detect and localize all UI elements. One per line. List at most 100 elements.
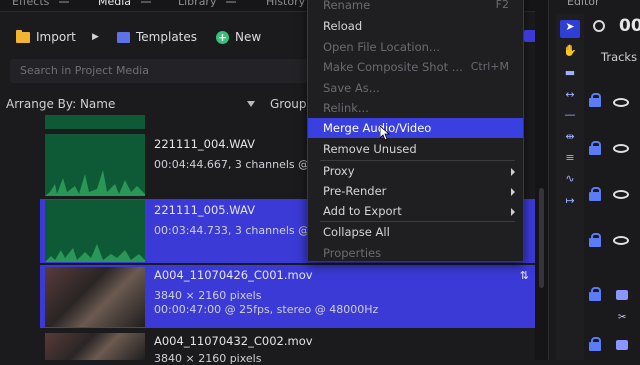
import-label: Import [36,30,76,44]
folder-icon [16,29,30,43]
menu-item-save-as[interactable]: Save As... [308,78,523,98]
menu-label: Reload [323,19,363,33]
group-dropdown[interactable]: Group [270,97,307,111]
menu-item-relink[interactable]: Relink... [308,98,523,118]
menu-item-reload[interactable]: Reload [308,16,523,36]
group-label: Group [270,97,307,111]
visibility-eye-icon[interactable] [613,190,629,199]
visibility-eye-icon[interactable] [613,236,629,245]
menu-item-collapse-all[interactable]: Collapse All [308,222,523,242]
templates-label: Templates [136,30,198,44]
templates-icon [117,31,130,43]
search-input[interactable]: Search in Project Media [10,59,310,83]
lock-icon[interactable] [589,233,601,247]
tab-history[interactable]: History [266,0,305,8]
templates-button[interactable]: Templates [117,28,197,46]
menu-item-merge-audio-video[interactable]: Merge Audio/Video [308,118,523,138]
tab-menu-icon[interactable] [59,1,70,3]
menu-label: Pre-Render [323,184,387,198]
media-meta: 00:00:47:00 @ 25fps, stereo @ 48000Hz [154,303,379,316]
clock-icon[interactable] [593,20,605,32]
menu-item-rename[interactable]: Rename F2 [308,0,523,15]
lock-icon[interactable] [589,287,601,301]
pointer-tool-icon[interactable]: ➤ [560,20,580,38]
tab-menu-icon[interactable] [226,1,237,3]
menu-item-open-file-location[interactable]: Open File Location... [308,37,523,57]
slide-tool-icon[interactable]: ≡ [560,151,580,169]
curve-tool-icon[interactable]: ∿ [560,172,580,190]
menu-label: Save As... [323,81,380,95]
media-resolution: 3840 × 2160 pixels [154,352,262,365]
trim-tool-icon[interactable]: ↔ [560,88,580,106]
media-meta: 00:03:44.733, 3 channels @ 4 [154,224,320,237]
menu-label: Merge Audio/Video [323,121,432,135]
lock-icon[interactable] [589,141,601,155]
menu-label: Collapse All [323,225,390,239]
tab-menu-icon[interactable] [141,1,152,3]
timecode-readout: 00 [619,16,640,36]
lock-icon[interactable] [589,187,601,201]
tab-library-label: Library [178,0,217,8]
tab-editor[interactable]: Editor [567,0,600,8]
media-resolution: 3840 × 2160 pixels [154,289,262,302]
menu-item-proxy[interactable]: Proxy [308,161,523,181]
list-item[interactable]: A004_11070426_C001.mov 3840 × 2160 pixel… [40,265,535,328]
lock-icon[interactable] [589,93,601,107]
menu-item-properties[interactable]: Properties [308,243,523,263]
tab-library[interactable]: Library [178,0,237,8]
list-item[interactable]: A004_11070432_C002.mov 3840 × 2160 pixel… [40,330,535,365]
ripple-tool-icon[interactable]: ⇹ [560,130,580,148]
scissors-icon[interactable]: ✂ [618,312,626,323]
rate-tool-icon[interactable]: ↦ [560,194,580,212]
tab-effects-label: Effects [12,0,50,8]
tab-effects[interactable]: Effects [12,0,70,8]
import-expand-icon[interactable]: ▶ [92,28,99,46]
marker-tool-icon[interactable]: ▬ [560,66,580,84]
tracks-label: Tracks [601,50,638,64]
waveform-thumbnail [45,134,145,196]
menu-label: Remove Unused [323,142,417,156]
context-menu: Rename F2 Reload Open File Location... Ma… [307,0,524,262]
menu-shortcut: Ctrl+M [470,60,509,73]
waveform-thumbnail [45,115,145,129]
media-name: A004_11070426_C001.mov [154,268,313,282]
arrange-label: Arrange By: Name [6,97,116,111]
search-placeholder: Search in Project Media [20,64,149,77]
speaker-icon[interactable] [616,290,628,300]
hand-tool-icon[interactable]: ✋ [560,44,580,62]
arrange-by-dropdown[interactable]: Arrange By: Name [6,97,115,111]
adjust-icon[interactable]: ⇅ [520,269,529,282]
media-name: 221111_005.WAV [154,203,255,217]
menu-label: Rename [323,0,371,12]
tab-media-label: Media [98,0,132,8]
scrollbar[interactable] [535,0,549,360]
submenu-arrow-icon [511,188,515,196]
menu-item-make-composite-shot[interactable]: Make Composite Shot ... Ctrl+M [308,57,523,77]
menu-label: Open File Location... [323,40,440,54]
tab-media[interactable]: Media [98,0,152,8]
chevron-down-icon[interactable] [247,101,255,107]
media-name: 221111_004.WAV [154,137,255,151]
speaker-icon[interactable] [616,340,628,350]
scrollbar-thumb[interactable] [539,188,544,288]
menu-label: Relink... [323,101,369,115]
mouse-cursor-icon [380,126,390,141]
submenu-arrow-icon [511,208,515,216]
menu-shortcut: F2 [495,0,509,11]
video-thumbnail [45,333,145,360]
visibility-eye-icon[interactable] [613,98,629,107]
visibility-eye-icon[interactable] [613,144,629,153]
menu-item-add-to-export[interactable]: Add to Export [308,201,523,221]
import-button[interactable]: Import [16,28,76,46]
menu-label: Add to Export [323,204,402,218]
split-tool-icon[interactable]: — [560,108,580,126]
lock-icon[interactable] [589,337,601,351]
menu-label: Make Composite Shot ... [323,60,463,74]
plus-icon: + [216,30,229,44]
new-label: New [235,30,262,44]
menu-item-pre-render[interactable]: Pre-Render [308,181,523,201]
menu-item-remove-unused[interactable]: Remove Unused [308,139,523,159]
waveform-thumbnail [45,200,145,262]
menu-label: Properties [323,246,382,260]
new-button[interactable]: + New [216,28,261,46]
